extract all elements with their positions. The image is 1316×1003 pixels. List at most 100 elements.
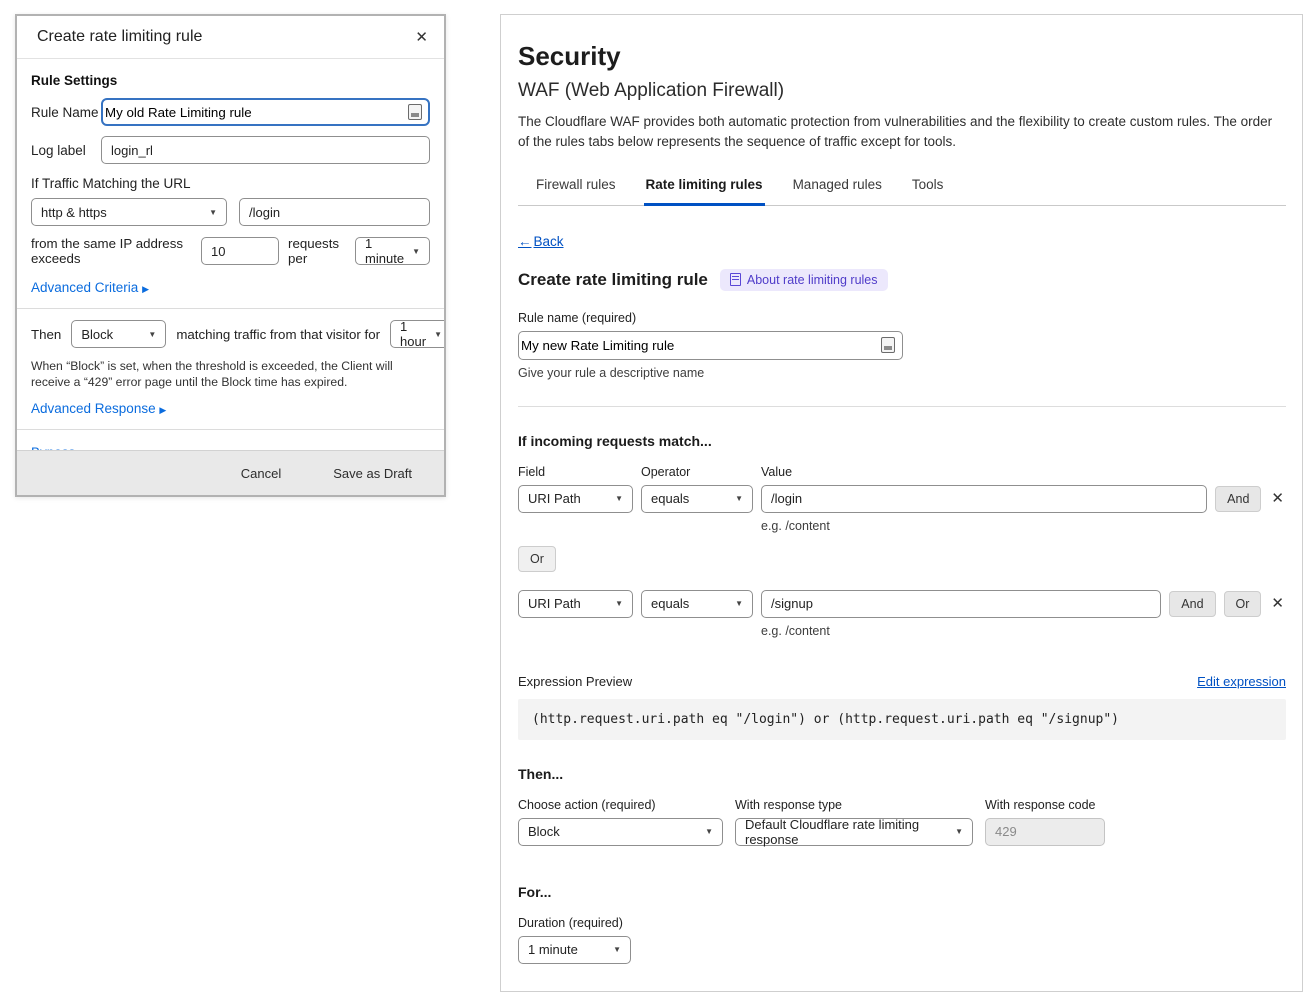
field-column-label: Field (518, 465, 633, 479)
page-subtitle: WAF (Web Application Firewall) (518, 80, 1286, 102)
autofill-icon (881, 337, 895, 353)
threshold-input[interactable] (201, 237, 279, 265)
autofill-icon (408, 104, 422, 120)
url-pattern-input[interactable] (239, 198, 430, 226)
form-title: Create rate limiting rule (518, 270, 708, 290)
operator-select[interactable]: equals ▼ (641, 485, 753, 513)
chevron-down-icon: ▼ (209, 208, 217, 217)
create-rate-limiting-rule-modal: Create rate limiting rule ✕ Rule Setting… (15, 14, 446, 497)
rule-name-label: Rule name (required) (518, 311, 1286, 325)
tab-managed-rules[interactable]: Managed rules (791, 173, 884, 206)
then-label: Then (31, 327, 61, 342)
duration-label: Duration (required) (518, 916, 1286, 930)
tab-firewall-rules[interactable]: Firewall rules (534, 173, 618, 206)
back-link[interactable]: ← Back (518, 234, 564, 249)
expression-preview-header: Expression Preview Edit expression (518, 674, 1286, 689)
for-section-title: For... (518, 884, 1286, 900)
url-match-row: http & https ▼ (31, 198, 430, 226)
choose-action-label: Choose action (required) (518, 798, 723, 812)
chevron-down-icon: ▼ (955, 827, 963, 836)
rule-name-input[interactable] (519, 333, 881, 358)
chevron-down-icon: ▼ (615, 494, 623, 503)
form-title-row: Create rate limiting rule About rate lim… (518, 269, 1286, 291)
log-label: Log label (31, 143, 101, 158)
or-button[interactable]: Or (1224, 591, 1262, 617)
edit-expression-link[interactable]: Edit expression (1197, 674, 1286, 689)
response-type-select[interactable]: Default Cloudflare rate limiting respons… (735, 818, 973, 846)
block-note: When “Block” is set, when the threshold … (31, 358, 430, 391)
action-select[interactable]: Block ▼ (71, 320, 166, 348)
chevron-down-icon: ▼ (615, 599, 623, 608)
waf-tabs: Firewall rules Rate limiting rules Manag… (518, 173, 1286, 206)
modal-header: Create rate limiting rule ✕ (17, 16, 444, 59)
chevron-down-icon: ▼ (434, 330, 442, 339)
field-select[interactable]: URI Path ▼ (518, 590, 633, 618)
chevron-down-icon: ▼ (735, 494, 743, 503)
about-rate-limiting-rules-link[interactable]: About rate limiting rules (720, 269, 888, 291)
field-select[interactable]: URI Path ▼ (518, 485, 633, 513)
cancel-button[interactable]: Cancel (235, 465, 287, 482)
remove-criteria-icon[interactable]: ✕ (1269, 596, 1286, 611)
operator-column-label: Operator (641, 465, 753, 479)
advanced-criteria-link[interactable]: Advanced Criteria ▶ (31, 280, 149, 295)
or-connector-button[interactable]: Or (518, 546, 556, 572)
response-type-label: With response type (735, 798, 973, 812)
and-button[interactable]: And (1215, 486, 1261, 512)
criteria-row: URI Path ▼ equals ▼ And ✕ (518, 485, 1286, 513)
rule-name-field-wrap (101, 98, 430, 126)
choose-action-select[interactable]: Block ▼ (518, 818, 723, 846)
action-column-labels: Choose action (required) With response t… (518, 798, 1286, 812)
log-label-input[interactable] (101, 136, 430, 164)
scheme-select[interactable]: http & https ▼ (31, 198, 227, 226)
response-code-input (985, 818, 1105, 846)
and-button[interactable]: And (1169, 591, 1215, 617)
modal-body: Rule Settings Rule Name Log label If Tra… (17, 59, 444, 450)
then-row: Then Block ▼ matching traffic from that … (31, 320, 430, 348)
traffic-match-label: If Traffic Matching the URL (31, 176, 430, 191)
expression-preview-label: Expression Preview (518, 674, 632, 689)
arrow-left-icon: ← (518, 234, 532, 249)
rule-settings-heading: Rule Settings (31, 73, 430, 88)
chevron-right-icon: ▶ (159, 405, 166, 415)
modal-title: Create rate limiting rule (37, 28, 202, 46)
period-select[interactable]: 1 minute ▼ (355, 237, 430, 265)
save-as-draft-button[interactable]: Save as Draft (327, 465, 418, 482)
page-description: The Cloudflare WAF provides both automat… (518, 112, 1286, 153)
match-section-title: If incoming requests match... (518, 433, 1286, 449)
modal-footer: Cancel Save as Draft (17, 450, 444, 495)
rate-section-title: When rate exceeds... (518, 990, 1286, 993)
operator-select[interactable]: equals ▼ (641, 590, 753, 618)
close-icon[interactable]: ✕ (415, 30, 428, 45)
value-column-label: Value (761, 465, 792, 479)
chevron-down-icon: ▼ (412, 247, 420, 256)
log-label-row: Log label (31, 136, 430, 164)
tab-rate-limiting-rules[interactable]: Rate limiting rules (644, 173, 765, 206)
divider (518, 406, 1286, 407)
value-helper: e.g. /content (761, 519, 1286, 533)
requests-per-label: requests per (288, 236, 346, 266)
security-waf-panel: Security WAF (Web Application Firewall) … (500, 14, 1303, 992)
action-row: Block ▼ Default Cloudflare rate limiting… (518, 818, 1286, 846)
chevron-down-icon: ▼ (705, 827, 713, 836)
divider (17, 429, 444, 430)
rule-name-row: Rule Name (31, 98, 430, 126)
chevron-down-icon: ▼ (148, 330, 156, 339)
then-section-title: Then... (518, 766, 1286, 782)
duration-select[interactable]: 1 minute ▼ (518, 936, 631, 964)
criteria-row: URI Path ▼ equals ▼ And Or ✕ (518, 590, 1286, 618)
advanced-response-link[interactable]: Advanced Response ▶ (31, 401, 166, 416)
criteria-column-labels: Field Operator Value (518, 465, 1286, 479)
response-code-label: With response code (985, 798, 1105, 812)
divider (17, 308, 444, 309)
chevron-down-icon: ▼ (735, 599, 743, 608)
expression-code: (http.request.uri.path eq "/login") or (… (518, 699, 1286, 740)
threshold-prefix-label: from the same IP address exceeds (31, 236, 192, 266)
tab-tools[interactable]: Tools (910, 173, 946, 206)
value-input[interactable] (761, 590, 1161, 618)
block-duration-select[interactable]: 1 hour ▼ (390, 320, 444, 348)
rule-name-input[interactable] (103, 100, 408, 124)
chevron-down-icon: ▼ (613, 945, 621, 954)
chevron-right-icon: ▶ (142, 284, 149, 294)
value-input[interactable] (761, 485, 1207, 513)
remove-criteria-icon[interactable]: ✕ (1269, 491, 1286, 506)
